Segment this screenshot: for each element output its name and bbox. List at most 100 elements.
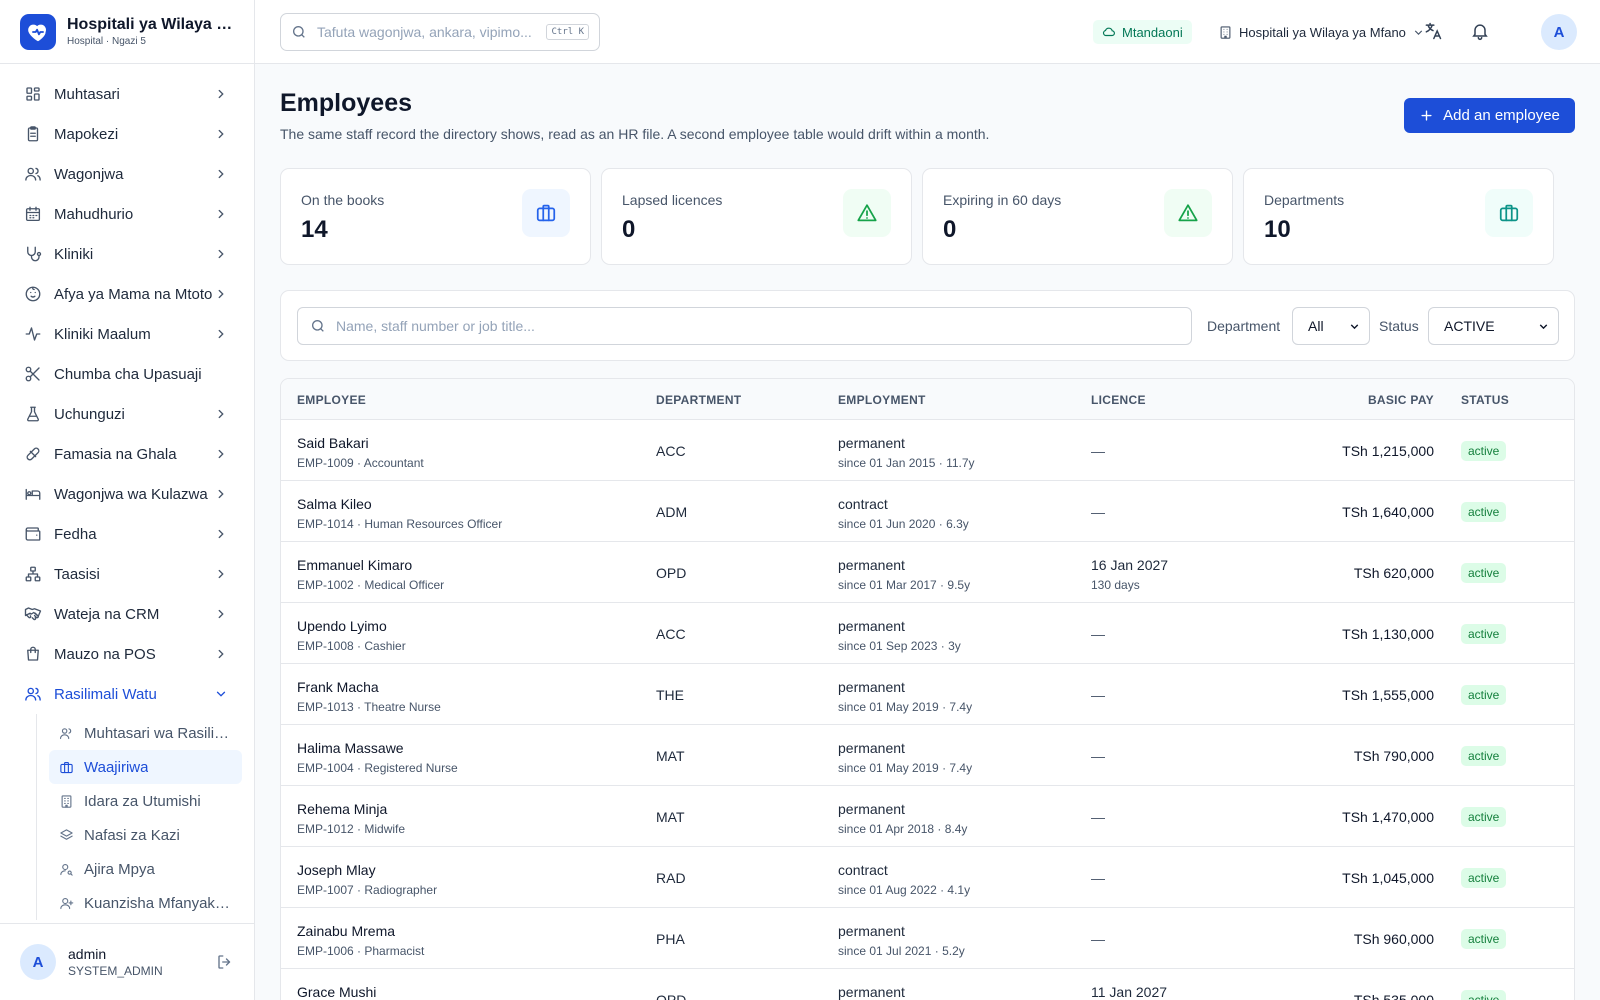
sidebar-item-mahudhurio[interactable]: Mahudhurio [0,194,254,234]
employee-name[interactable]: Upendo Lyimo [297,618,387,634]
basic-pay: TSh 1,640,000 [1342,504,1434,520]
employee-name[interactable]: Emmanuel Kimaro [297,557,412,573]
sidebar-item-mauzo-na-pos[interactable]: Mauzo na POS [0,634,254,674]
employee-name[interactable]: Zainabu Mrema [297,923,395,939]
kpi-label: Lapsed licences [622,192,723,208]
page-subtitle: The same staff record the directory show… [280,126,990,142]
table-row[interactable]: Grace Mushi OPD permanent 11 Jan 2027 TSh 53… [281,969,1574,1000]
translate-icon[interactable] [1423,21,1443,41]
sidebar-item-muhtasari[interactable]: Muhtasari [0,74,254,114]
employment-type: permanent [838,435,905,451]
employment-type: permanent [838,618,905,634]
avatar[interactable]: A [20,944,56,980]
table-row[interactable]: Upendo Lyimo EMP-1008 · Cashier ACC permane… [281,603,1574,664]
employee-department: ADM [656,504,688,520]
employee-meta: EMP-1008 · Cashier [297,639,406,653]
status-select[interactable]: ACTIVE [1428,307,1559,345]
global-search-input[interactable]: Tafuta wagonjwa, ankara, vipimo... Ctrl … [280,13,600,51]
topbar: Tafuta wagonjwa, ankara, vipimo... Ctrl … [255,0,1600,64]
employment-since: since 01 Apr 2018 · 8.4y [838,822,968,836]
sidebar-item-kliniki[interactable]: Kliniki [0,234,254,274]
employee-meta: EMP-1002 · Medical Officer [297,578,445,592]
subnav-item-label: Kuanzisha Mfanyakazi [84,894,232,912]
sidebar-item-uchunguzi[interactable]: Uchunguzi [0,394,254,434]
employee-name[interactable]: Grace Mushi [297,984,376,1000]
employment-type: contract [838,862,888,878]
alert-triangle-icon [857,204,877,222]
briefcase-icon [60,761,73,773]
table-row[interactable]: Zainabu Mrema EMP-1006 · Pharmacist PHA per… [281,908,1574,969]
sidebar-item-rasilimali-watu[interactable]: Rasilimali Watu [0,674,254,714]
employee-name[interactable]: Halima Massawe [297,740,404,756]
subnav-item-idara-za-utumishi[interactable]: Idara za Utumishi [49,784,242,818]
sidebar-item-kliniki-maalum[interactable]: Kliniki Maalum [0,314,254,354]
sidebar-item-mapokezi[interactable]: Mapokezi [0,114,254,154]
table-row[interactable]: Emmanuel Kimaro EMP-1002 · Medical Office… [281,542,1574,603]
employee-name[interactable]: Frank Macha [297,679,379,695]
basic-pay: TSh 1,045,000 [1342,870,1434,886]
add-employee-button[interactable]: Add an employee [1404,98,1575,133]
employment-since: since 01 Mar 2017 · 9.5y [838,578,971,592]
licence-expiry: — [1091,626,1105,642]
employee-meta: EMP-1014 · Human Resources Officer [297,517,503,531]
employee-department: MAT [656,748,685,764]
sidebar-item-wateja-na-crm[interactable]: Wateja na CRM [0,594,254,634]
logout-icon[interactable] [216,953,234,971]
sidebar-item-afya-ya-mama-na-mtoto[interactable]: Afya ya Mama na Mtoto [0,274,254,314]
flask-icon [27,406,39,422]
table-row[interactable]: Rehema Minja EMP-1012 · Midwife MAT permane… [281,786,1574,847]
employee-meta: EMP-1004 · Registered Nurse [297,761,458,775]
sidebar-item-fedha[interactable]: Fedha [0,514,254,554]
column-header-department[interactable]: DEPARTMENT [656,393,741,407]
chevron-right-icon [218,569,224,579]
subnav-item-label: Nafasi za Kazi [84,826,180,844]
chevron-right-icon [218,209,224,219]
sidebar-item-label: Chumba cha Upasuaji [54,365,202,383]
table-row[interactable]: Salma Kileo EMP-1014 · Human Resources Of… [281,481,1574,542]
chevron-right-icon [218,529,224,539]
subnav-item-muhtasari-wa-rasilimali-watu[interactable]: Muhtasari wa Rasilimali Watu [49,716,242,750]
column-header-licence[interactable]: LICENCE [1091,393,1146,407]
employee-name[interactable]: Rehema Minja [297,801,387,817]
sidebar-item-wagonjwa-wa-kulazwa[interactable]: Wagonjwa wa Kulazwa [0,474,254,514]
column-header-status[interactable]: STATUS [1461,393,1509,407]
chevron-down-icon [216,691,226,697]
subnav-item-waajiriwa[interactable]: Waajiriwa [49,750,242,784]
column-header-employee[interactable]: EMPLOYEE [297,393,366,407]
kpi-card-lapsed-licences: Lapsed licences 0 [601,168,912,265]
licence-days-left: 130 days [1091,578,1140,592]
cloud-icon [1102,27,1115,37]
subnav-item-nafasi-za-kazi[interactable]: Nafasi za Kazi [49,818,242,852]
sidebar-item-label: Wagonjwa wa Kulazwa [54,485,208,503]
subnav-item-kuanzisha-mfanyakazi[interactable]: Kuanzisha Mfanyakazi [49,886,242,920]
licence-expiry: — [1091,687,1105,703]
employee-name[interactable]: Salma Kileo [297,496,372,512]
table-row[interactable]: Frank Macha EMP-1013 · Theatre Nurse THE pe… [281,664,1574,725]
sidebar-item-wagonjwa[interactable]: Wagonjwa [0,154,254,194]
kpi-card-expiring-in-60-days: Expiring in 60 days 0 [922,168,1233,265]
briefcase-icon [536,204,556,222]
employment-since: since 01 Jan 2015 · 11.7y [838,456,975,470]
kpi-value: 14 [301,216,328,243]
column-header-basic-pay[interactable]: BASIC PAY [1368,393,1434,407]
subnav-item-ajira-mpya[interactable]: Ajira Mpya [49,852,242,886]
plus-icon [1421,110,1432,121]
user-box: A admin SYSTEM_ADMIN [0,923,254,1000]
employee-name[interactable]: Joseph Mlay [297,862,376,878]
kpi-label: Expiring in 60 days [943,192,1062,208]
sidebar-item-famasia-na-ghala[interactable]: Famasia na Ghala [0,434,254,474]
table-row[interactable]: Halima Massawe EMP-1004 · Registered Nurs… [281,725,1574,786]
sidebar-item-taasisi[interactable]: Taasisi [0,554,254,594]
brand[interactable]: Hospitali ya Wilaya ya Mfano Hospital · … [0,0,254,64]
employee-search-input[interactable]: Name, staff number or job title... [297,307,1192,345]
facility-switcher[interactable]: Hospitali ya Wilaya ya Mfano [1218,20,1425,44]
avatar[interactable]: A [1541,14,1577,50]
employee-name[interactable]: Said Bakari [297,435,369,451]
column-header-employment[interactable]: EMPLOYMENT [838,393,926,407]
bell-icon[interactable] [1470,21,1490,41]
department-select[interactable]: All [1292,307,1370,345]
table-row[interactable]: Said Bakari EMP-1009 · Accountant ACC perma… [281,420,1574,481]
calendar-icon [25,206,41,222]
sidebar-item-chumba-cha-upasuaji[interactable]: Chumba cha Upasuaji [0,354,254,394]
table-row[interactable]: Joseph Mlay EMP-1007 · Radiographer RAD con… [281,847,1574,908]
